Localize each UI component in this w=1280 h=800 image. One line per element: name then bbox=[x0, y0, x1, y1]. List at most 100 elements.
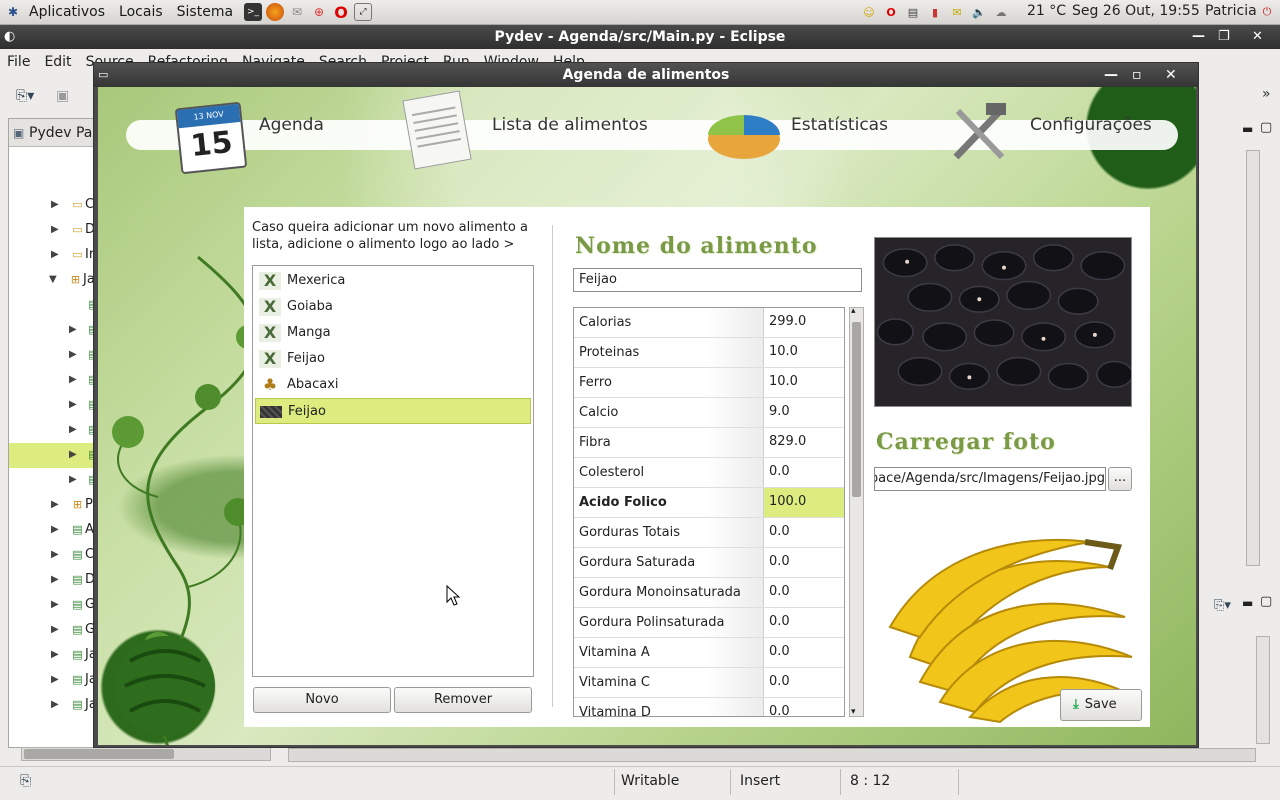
network-icon[interactable]: ▤ bbox=[904, 4, 922, 22]
nutrient-row[interactable]: Acido Folico 100.0 bbox=[574, 488, 844, 518]
clock[interactable]: Seg 26 Out, 19:55 bbox=[1072, 3, 1200, 19]
window-menu-icon[interactable]: ◐ bbox=[4, 25, 15, 49]
nav-food-list[interactable]: Lista de alimentos bbox=[492, 115, 648, 135]
food-list-item[interactable]: X Goiaba bbox=[255, 294, 531, 320]
nutrient-table[interactable]: Calorias 299.0 Proteinas 10.0 Ferro 10.0 Calci… bbox=[573, 307, 845, 717]
tree-expand-icon[interactable]: ▶ bbox=[69, 474, 77, 485]
eclipse-close-button[interactable]: ✕ bbox=[1252, 25, 1263, 49]
nutrient-value[interactable]: 0.0 bbox=[764, 578, 844, 607]
remove-button[interactable]: Remover bbox=[394, 687, 532, 713]
tree-expand-icon[interactable]: ▶ bbox=[51, 524, 59, 535]
eclipse-minimize-button[interactable]: — bbox=[1192, 25, 1205, 49]
dialog-menu-icon[interactable]: ▭ bbox=[98, 63, 108, 87]
tree-expand-icon[interactable]: ▶ bbox=[51, 574, 59, 585]
weather-text[interactable]: 21 °C bbox=[1027, 3, 1066, 19]
status-bar-icon[interactable]: ⎘ bbox=[20, 773, 31, 789]
outline-vscrollbar[interactable] bbox=[1246, 150, 1260, 566]
tree-expand-icon[interactable]: ▶ bbox=[69, 324, 77, 335]
nutrient-value[interactable]: 299.0 bbox=[764, 308, 844, 337]
nutrient-value[interactable]: 0.0 bbox=[764, 668, 844, 697]
scroll-down-icon[interactable]: ▾ bbox=[851, 707, 856, 717]
editor-hscrollbar[interactable] bbox=[288, 748, 1256, 762]
save-icon[interactable]: ▣ bbox=[56, 88, 69, 104]
tree-expand-icon[interactable]: ▶ bbox=[51, 699, 59, 710]
new-view-icon[interactable]: ⎘▾ bbox=[1214, 598, 1231, 613]
maximize-view-icon-2[interactable]: ▢ bbox=[1260, 594, 1272, 609]
nutrient-value[interactable]: 100.0 bbox=[764, 488, 844, 517]
food-list-item[interactable]: X Feijao bbox=[255, 346, 531, 372]
food-list-item[interactable]: Feijao bbox=[255, 398, 531, 424]
terminal-icon[interactable]: >_ bbox=[244, 3, 263, 21]
tree-expand-icon[interactable]: ▶ bbox=[69, 349, 77, 360]
food-list-item[interactable]: X Mexerica bbox=[255, 268, 531, 294]
tree-expand-icon[interactable]: ▶ bbox=[51, 199, 59, 210]
console-vscrollbar[interactable] bbox=[1256, 636, 1270, 744]
nutrient-row[interactable]: Gordura Polinsaturada 0.0 bbox=[574, 608, 844, 638]
eclipse-restore-button[interactable]: ❐ bbox=[1218, 25, 1230, 49]
nutrient-row[interactable]: Gordura Saturada 0.0 bbox=[574, 548, 844, 578]
tree-expand-icon[interactable]: ▶ bbox=[51, 224, 59, 235]
nutrient-value[interactable]: 829.0 bbox=[764, 428, 844, 457]
tree-expand-icon[interactable]: ▶ bbox=[51, 249, 59, 260]
nutrient-value[interactable]: 10.0 bbox=[764, 368, 844, 397]
power-icon[interactable]: ⏻ bbox=[1258, 3, 1276, 21]
notification-icon[interactable]: ✉ bbox=[948, 4, 966, 22]
food-list-item[interactable]: ♣ Abacaxi bbox=[255, 372, 531, 398]
tree-expand-icon[interactable]: ▶ bbox=[51, 599, 59, 610]
new-wizard-icon[interactable]: ⎘▾ bbox=[16, 88, 34, 104]
tree-expand-icon[interactable]: ▶ bbox=[51, 549, 59, 560]
messenger-icon[interactable]: ☺ bbox=[860, 4, 878, 22]
new-button[interactable]: Novo bbox=[253, 687, 391, 713]
scroll-up-icon[interactable]: ▴ bbox=[851, 306, 856, 316]
menu-edit[interactable]: Edit bbox=[37, 54, 78, 70]
food-name-field[interactable]: Feijao bbox=[573, 268, 862, 292]
nutrient-row[interactable]: Ferro 10.0 bbox=[574, 368, 844, 398]
tree-expand-icon[interactable]: ▶ bbox=[51, 499, 59, 510]
explorer-hscrollbar[interactable] bbox=[21, 747, 271, 761]
browse-button[interactable]: ... bbox=[1108, 467, 1132, 491]
nav-agenda[interactable]: Agenda bbox=[259, 115, 324, 135]
nutrient-value[interactable]: 0.0 bbox=[764, 518, 844, 547]
nutrient-value[interactable]: 0.0 bbox=[764, 698, 844, 716]
nutrient-row[interactable]: Fibra 829.0 bbox=[574, 428, 844, 458]
battery-icon[interactable]: ▮ bbox=[926, 4, 944, 22]
dialog-title-bar[interactable]: ▭ Agenda de alimentos — ▫ ✕ bbox=[94, 63, 1198, 87]
tree-expand-icon[interactable]: ▶ bbox=[69, 449, 77, 460]
opera-icon[interactable]: O bbox=[332, 3, 350, 22]
tree-expand-icon[interactable]: ▶ bbox=[69, 424, 77, 435]
toolbar-chevron-icon[interactable]: » bbox=[1262, 86, 1271, 102]
nutrient-row[interactable]: Vitamina C 0.0 bbox=[574, 668, 844, 698]
opera-tray-icon[interactable]: O bbox=[882, 4, 900, 22]
tree-expand-icon[interactable]: ▶ bbox=[51, 649, 59, 660]
nav-settings[interactable]: Configurações bbox=[1030, 115, 1152, 135]
nutrient-row[interactable]: Proteinas 10.0 bbox=[574, 338, 844, 368]
tools-icon[interactable] bbox=[946, 101, 1012, 167]
mail-icon[interactable]: ✉ bbox=[288, 3, 306, 21]
nutrient-row[interactable]: Colesterol 0.0 bbox=[574, 458, 844, 488]
menu-file[interactable]: File bbox=[0, 54, 37, 70]
nutrient-value[interactable]: 0.0 bbox=[764, 548, 844, 577]
nutrient-value[interactable]: 10.0 bbox=[764, 338, 844, 367]
tree-expand-icon[interactable]: ▶ bbox=[51, 624, 59, 635]
dialog-minimize-button[interactable]: — bbox=[1104, 63, 1118, 87]
nutrient-value[interactable]: 0.0 bbox=[764, 608, 844, 637]
help-lifebuoy-icon[interactable]: ⊕ bbox=[310, 3, 328, 21]
nutrient-scrollbar[interactable]: ▴ ▾ bbox=[849, 306, 864, 717]
tree-expand-icon[interactable]: ▶ bbox=[69, 374, 77, 385]
nutrient-row[interactable]: Vitamina A 0.0 bbox=[574, 638, 844, 668]
nutrient-row[interactable]: Calcio 9.0 bbox=[574, 398, 844, 428]
nutrient-row[interactable]: Calorias 299.0 bbox=[574, 308, 844, 338]
menu-system[interactable]: Sistema bbox=[170, 4, 240, 20]
save-button[interactable]: ⤓ Save bbox=[1060, 689, 1142, 721]
minimize-view-icon[interactable]: ▬ bbox=[1242, 122, 1253, 136]
nutrient-value[interactable]: 0.0 bbox=[764, 458, 844, 487]
food-list[interactable]: X Mexerica X Goiaba X Manga X Feijao ♣ Abacaxi Fei… bbox=[252, 265, 534, 677]
tree-expand-icon[interactable]: ▼ bbox=[49, 274, 57, 285]
volume-icon[interactable]: 🔈 bbox=[970, 4, 988, 22]
calendar-icon[interactable]: 13 NOV 15 bbox=[174, 101, 248, 175]
gnome-foot-icon[interactable]: ✱ bbox=[4, 3, 22, 21]
screenshot-icon[interactable]: ⤢ bbox=[354, 3, 373, 21]
nutrient-value[interactable]: 9.0 bbox=[764, 398, 844, 427]
minimize-view-icon-2[interactable]: ▬ bbox=[1242, 596, 1253, 610]
maximize-view-icon[interactable]: ▢ bbox=[1260, 120, 1272, 135]
